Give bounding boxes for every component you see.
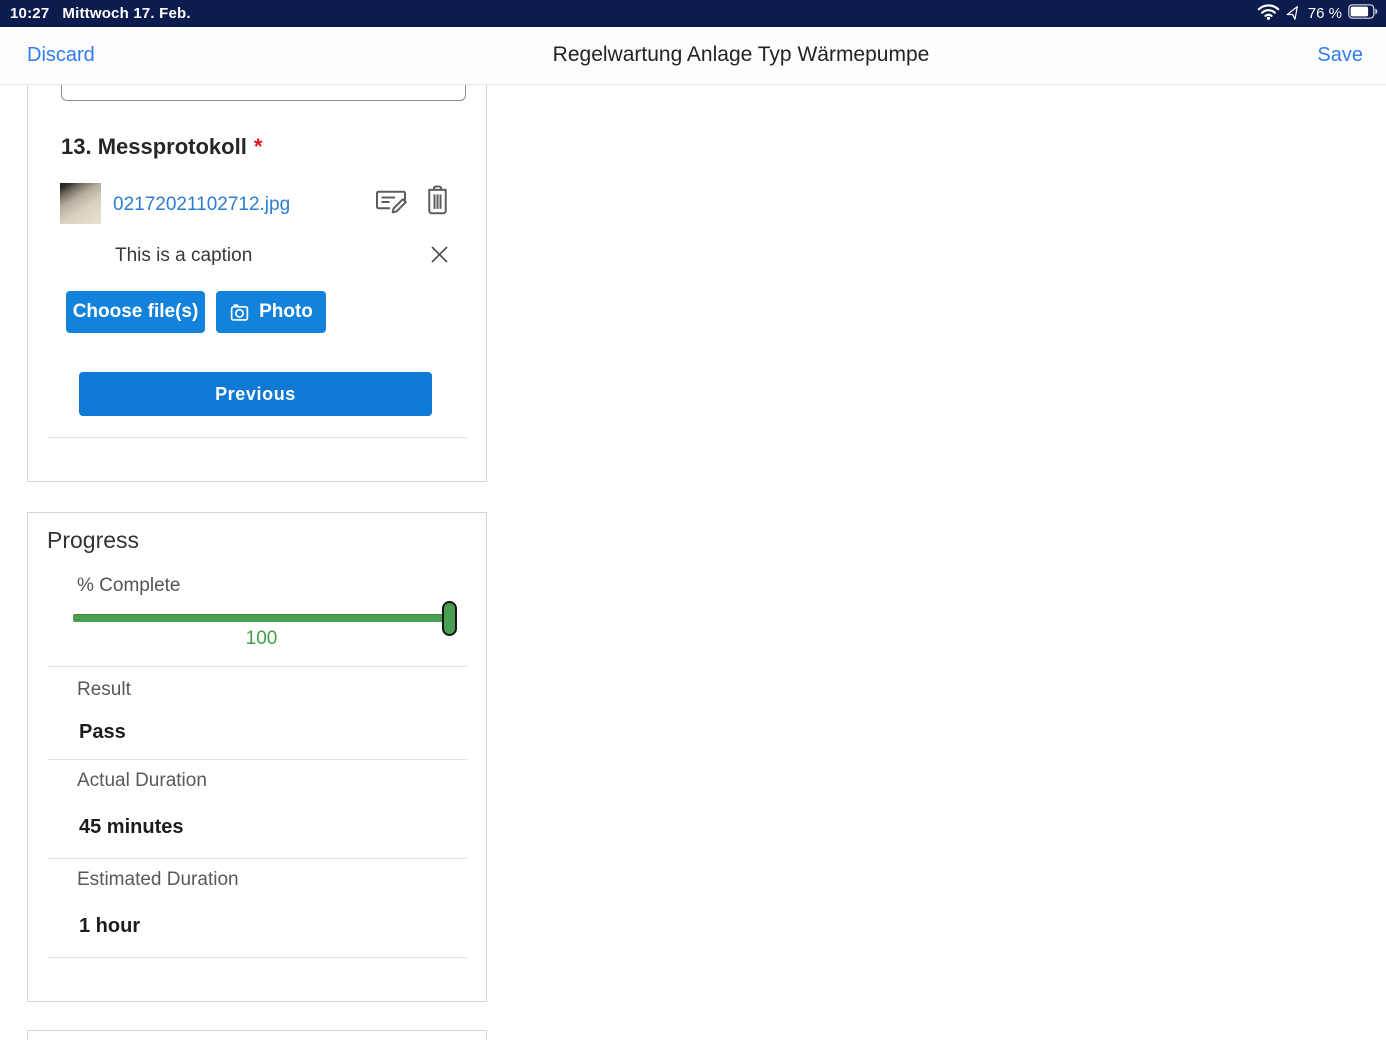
remove-caption-button[interactable] (429, 244, 450, 268)
previous-button[interactable]: Previous (79, 372, 432, 416)
actual-duration-field-value[interactable]: 45 minutes (79, 816, 183, 839)
section-heading: 13. Messprotokoll * (61, 134, 262, 160)
trash-icon (424, 185, 451, 218)
messprotokoll-card: 13. Messprotokoll * 02172021102712.jpg T… (27, 85, 487, 482)
close-icon (429, 246, 450, 268)
result-field-label: Result (77, 679, 131, 700)
section-heading-text: 13. Messprotokoll (61, 134, 247, 159)
attachment-caption: This is a caption (115, 245, 253, 266)
app-window: 10:27 Mittwoch 17. Feb. 76 % Discard Reg… (0, 0, 1386, 1040)
divider (48, 858, 467, 859)
edit-caption-button[interactable] (375, 187, 408, 219)
text-input-partial[interactable] (61, 85, 466, 101)
divider (48, 759, 467, 760)
estimated-duration-field-value[interactable]: 1 hour (79, 915, 140, 938)
slider-track[interactable] (73, 614, 450, 622)
percent-complete-slider[interactable] (73, 601, 457, 636)
percent-complete-label: % Complete (77, 575, 181, 596)
next-card-partial (27, 1030, 487, 1040)
discard-button[interactable]: Discard (27, 44, 95, 67)
page-title: Regelwartung Anlage Typ Wärmepumpe (552, 43, 930, 66)
actual-duration-field-label: Actual Duration (77, 770, 207, 791)
nav-bar: Discard Regelwartung Anlage Typ Wärmepum… (0, 27, 1386, 85)
save-button[interactable]: Save (1317, 44, 1363, 67)
status-bar: 10:27 Mittwoch 17. Feb. 76 % (0, 0, 1386, 27)
percent-complete-value: 100 (245, 628, 278, 649)
photo-button[interactable]: Photo (216, 291, 326, 333)
location-arrow-icon (1286, 4, 1302, 24)
result-field-value[interactable]: Pass (79, 721, 126, 744)
choose-files-button[interactable]: Choose file(s) (66, 291, 205, 333)
progress-card-title: Progress (47, 527, 140, 553)
battery-percent-label: 76 % (1307, 5, 1342, 22)
attachment-thumbnail[interactable] (60, 183, 101, 224)
divider (48, 957, 467, 958)
photo-button-label: Photo (259, 301, 313, 322)
required-marker: * (253, 134, 263, 159)
battery-icon (1348, 4, 1378, 23)
progress-card: Progress % Complete 100 Result Pass Actu… (27, 512, 487, 1002)
status-time: 10:27 (10, 5, 50, 22)
divider (48, 666, 467, 667)
divider (48, 437, 467, 438)
status-date: Mittwoch 17. Feb. (62, 5, 191, 22)
wifi-icon (1257, 3, 1280, 24)
camera-icon (229, 302, 250, 323)
edit-note-icon (375, 190, 408, 219)
estimated-duration-field-label: Estimated Duration (77, 869, 239, 890)
delete-attachment-button[interactable] (424, 185, 451, 218)
attachment-filename-link[interactable]: 02172021102712.jpg (113, 194, 290, 216)
